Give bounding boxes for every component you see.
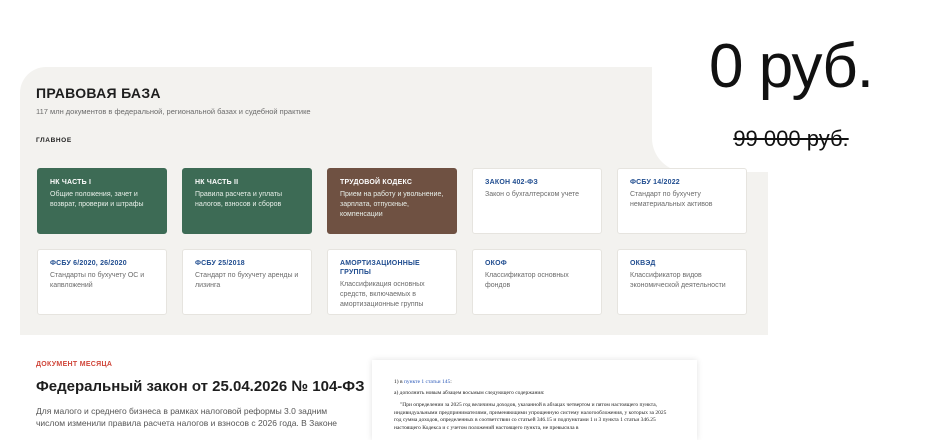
card-labor-code[interactable]: ТРУДОВОЙ КОДЕКС Прием на работу и увольн…: [327, 168, 457, 234]
card-desc: Классификация основных средств, включаем…: [340, 281, 425, 308]
doc-of-month-label: ДОКУМЕНТ МЕСЯЦА: [36, 361, 113, 368]
card-fsbu-6-26[interactable]: ФСБУ 6/2020, 26/2020 Стандарты по бухуче…: [37, 249, 167, 315]
card-title: ФСБУ 6/2020, 26/2020: [50, 260, 127, 267]
card-desc: Стандарты по бухучету ОС и капвложений: [50, 272, 145, 289]
section-title: ПРАВОВАЯ БАЗА: [36, 85, 161, 101]
card-nk-part-2[interactable]: НК ЧАСТЬ II Правила расчета и уплаты нал…: [182, 168, 312, 234]
doc-of-month-title[interactable]: Федеральный закон от 25.04.2026 № 104-ФЗ: [36, 378, 364, 395]
document-preview[interactable]: 1) в пункте 1 статьи 145: а) дополнить н…: [372, 360, 697, 440]
card-desc: Стандарт по бухучету аренды и лизинга: [195, 272, 299, 289]
preview-paragraph: "При определении за 2025 год величины до…: [394, 402, 667, 431]
card-title: ОКВЭД: [630, 260, 656, 267]
card-title: НК ЧАСТЬ I: [50, 179, 92, 186]
card-desc: Общие положения, зачет и возврат, провер…: [50, 191, 144, 208]
card-title: ОКОФ: [485, 260, 507, 267]
card-desc: Закон о бухгалтерском учете: [485, 191, 580, 198]
price-current: 0 руб.: [709, 32, 874, 101]
card-title: ТРУДОВОЙ КОДЕКС: [340, 179, 413, 186]
card-fsbu-25-2018[interactable]: ФСБУ 25/2018 Стандарт по бухучету аренды…: [182, 249, 312, 315]
card-desc: Стандарт по бухучету нематериальных акти…: [630, 191, 713, 208]
card-nk-part-1[interactable]: НК ЧАСТЬ I Общие положения, зачет и возв…: [37, 168, 167, 234]
card-desc: Прием на работу и увольнение, зарплата, …: [340, 191, 444, 218]
card-law-402[interactable]: ЗАКОН 402-ФЗ Закон о бухгалтерском учете: [472, 168, 602, 234]
card-fsbu-14-2022[interactable]: ФСБУ 14/2022 Стандарт по бухучету немате…: [617, 168, 747, 234]
preview-line-1-prefix: 1) в: [394, 379, 404, 385]
card-desc: Правила расчета и уплаты налогов, взносо…: [195, 191, 283, 208]
card-title: НК ЧАСТЬ II: [195, 179, 239, 186]
price-old: 99 000 руб.: [733, 126, 849, 151]
card-title: ФСБУ 25/2018: [195, 260, 245, 267]
card-depreciation-groups[interactable]: АМОРТИЗАЦИОННЫЕ ГРУППЫ Классификация осн…: [327, 249, 457, 315]
card-title: ЗАКОН 402-ФЗ: [485, 179, 538, 186]
card-okved[interactable]: ОКВЭД Классификатор видов экономической …: [617, 249, 747, 315]
doc-of-month-body: Для малого и среднего бизнеса в рамках н…: [36, 406, 338, 428]
main-label: ГЛАВНОЕ: [36, 137, 72, 144]
card-desc: Классификатор видов экономической деятел…: [630, 272, 726, 289]
preview-line-2: а) дополнить новым абзацем восьмым следу…: [394, 390, 545, 396]
preview-line-1-suffix: :: [450, 379, 452, 385]
section-subtitle: 117 млн документов в федеральной, регион…: [36, 107, 311, 116]
card-title: АМОРТИЗАЦИОННЫЕ ГРУППЫ: [340, 260, 420, 276]
card-desc: Классификатор основных фондов: [485, 272, 569, 289]
card-title: ФСБУ 14/2022: [630, 179, 680, 186]
preview-article-link[interactable]: пункте 1 статьи 145: [404, 379, 450, 385]
card-okof[interactable]: ОКОФ Классификатор основных фондов: [472, 249, 602, 315]
preview-line-1: 1) в пункте 1 статьи 145:: [394, 378, 675, 386]
